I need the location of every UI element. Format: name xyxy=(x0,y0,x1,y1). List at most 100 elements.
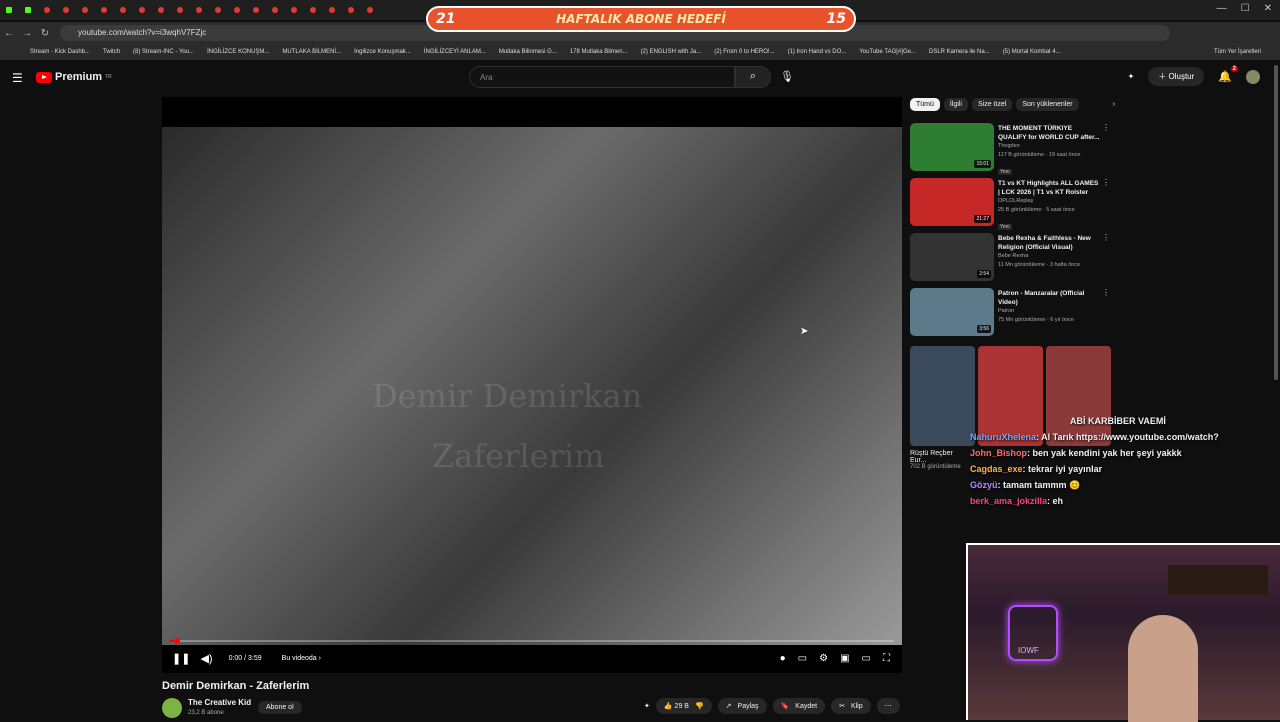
youtube-tab-icon[interactable] xyxy=(101,7,107,13)
page-scrollbar[interactable] xyxy=(1274,65,1278,380)
back-icon[interactable]: ← xyxy=(0,28,18,39)
reload-icon[interactable]: ↻ xyxy=(36,28,54,39)
rec-channel[interactable]: Thogden xyxy=(998,142,1102,151)
youtube-tab-icon[interactable] xyxy=(329,7,335,13)
search-input[interactable]: Ara xyxy=(469,66,735,88)
video-player[interactable]: Demir Demirkan Zaferlerim ❚❚ ◀) 0:00 / 3… xyxy=(162,97,902,673)
rec-channel[interactable]: Patron xyxy=(998,307,1102,316)
miniplayer-icon[interactable]: ▣ xyxy=(840,653,849,664)
bookmark[interactable]: DSLR Kamera ile Na... xyxy=(929,49,990,55)
more-options-icon[interactable]: ⋮ xyxy=(1102,288,1110,297)
share-button[interactable]: ↗ Paylaş xyxy=(717,698,767,714)
youtube-tab-icon[interactable] xyxy=(82,7,88,13)
maximize-icon[interactable]: ☐ xyxy=(1241,3,1250,14)
youtube-tab-icon[interactable] xyxy=(196,7,202,13)
bookmark[interactable]: İNGİLİZCEYİ ANLAM... xyxy=(424,49,486,55)
create-button[interactable]: ＋ Oluştur xyxy=(1148,67,1205,86)
bookmark[interactable]: 178 Mutlaka Bilmen... xyxy=(570,49,628,55)
youtube-tab-icon[interactable] xyxy=(177,7,183,13)
menu-icon[interactable]: ☰ xyxy=(12,71,23,85)
more-options-icon[interactable]: ⋮ xyxy=(1102,178,1110,187)
close-icon[interactable]: ✕ xyxy=(1264,3,1272,14)
rec-channel[interactable]: Bebe Rexha xyxy=(998,252,1102,261)
youtube-tab-icon[interactable] xyxy=(215,7,221,13)
bookmark[interactable]: (8) Stream-INC - You... xyxy=(133,49,194,55)
rec-title[interactable]: THE MOMENT TÜRKIYE QUALIFY for WORLD CUP… xyxy=(998,124,1102,142)
more-options-icon[interactable]: ⋮ xyxy=(1102,123,1110,132)
youtube-tab-icon[interactable] xyxy=(234,7,240,13)
bookmark[interactable]: YouTube TAG[#]Ge... xyxy=(859,49,916,55)
list-item[interactable]: 15:01 THE MOMENT TÜRKIYE QUALIFY for WOR… xyxy=(910,123,1110,178)
list-item[interactable]: 2:54 Bebe Rexha & Faithless - New Religi… xyxy=(910,233,1110,288)
youtube-tab-icon[interactable] xyxy=(310,7,316,13)
notifications-icon[interactable]: 🔔 2 xyxy=(1218,66,1238,83)
all-bookmarks[interactable]: Tüm Yer İşaretleri xyxy=(1214,49,1261,55)
youtube-tab-icon[interactable] xyxy=(253,7,259,13)
bookmark[interactable]: Mutlaka Bilinmesi G... xyxy=(499,49,557,55)
short-thumbnail[interactable] xyxy=(910,346,975,446)
youtube-tab-icon[interactable] xyxy=(272,7,278,13)
bookmark[interactable]: Stream - Kick Dashb... xyxy=(30,49,90,55)
chip-recent[interactable]: Son yüklenenler xyxy=(1016,98,1079,111)
short-title[interactable]: Rüştü Reçber Eur... xyxy=(910,450,966,464)
pause-icon[interactable]: ❚❚ xyxy=(172,652,190,665)
theater-mode-icon[interactable]: ▭ xyxy=(862,653,871,664)
bookmark[interactable]: Twitch xyxy=(103,49,120,55)
minimize-icon[interactable]: — xyxy=(1217,3,1227,14)
chip-for-you[interactable]: Size özel xyxy=(971,98,1013,111)
youtube-tab-icon[interactable] xyxy=(120,7,126,13)
avatar[interactable] xyxy=(1246,69,1260,84)
youtube-tab-icon[interactable] xyxy=(63,7,69,13)
bookmark[interactable]: (1) Iron Hand vs DO... xyxy=(788,49,847,55)
save-button[interactable]: 🔖 Kaydet xyxy=(772,698,826,714)
like-button[interactable]: 👍 29 B xyxy=(664,702,689,710)
progress-bar[interactable] xyxy=(170,638,894,644)
kick-tab-icon[interactable] xyxy=(25,7,31,13)
bookmark[interactable]: (2) From 0 to HERO!... xyxy=(714,49,774,55)
youtube-tab-icon[interactable] xyxy=(291,7,297,13)
video-thumbnail[interactable]: 15:01 xyxy=(910,123,994,171)
channel-avatar[interactable] xyxy=(162,698,182,718)
list-item[interactable]: 21:27 T1 vs KT Highlights ALL GAMES | LC… xyxy=(910,178,1110,233)
ai-sparkle-icon[interactable]: ✦ xyxy=(644,702,650,710)
rec-title[interactable]: Patron - Manzaralar (Official Video) xyxy=(998,289,1102,307)
fullscreen-icon[interactable]: ⛶ xyxy=(883,653,890,664)
settings-icon[interactable]: ⚙ xyxy=(819,653,828,664)
autoplay-toggle[interactable]: ● xyxy=(780,653,786,664)
video-thumbnail[interactable]: 21:27 xyxy=(910,178,994,226)
channel-name[interactable]: The Creative Kid xyxy=(188,698,251,707)
search-button[interactable]: ⌕ xyxy=(735,66,771,88)
more-actions-button[interactable]: ⋯ xyxy=(876,698,900,714)
bookmark[interactable]: (5) Mortal Kombat 4... xyxy=(1003,49,1061,55)
clip-button[interactable]: ✂ Klip xyxy=(831,698,871,714)
rec-channel[interactable]: OPLOLReplay xyxy=(998,197,1102,206)
youtube-tab-icon[interactable] xyxy=(348,7,354,13)
rec-title[interactable]: T1 vs KT Highlights ALL GAMES | LCK 2026… xyxy=(998,179,1102,197)
bookmark[interactable]: İNGİLİZCE KONUŞM... xyxy=(207,49,269,55)
chip-related[interactable]: İlgili xyxy=(943,98,968,111)
more-options-icon[interactable]: ⋮ xyxy=(1102,233,1110,242)
scrubber-handle[interactable] xyxy=(174,638,180,644)
chip-all[interactable]: Tümü xyxy=(910,98,940,111)
bookmark[interactable]: İngilizce Konuşmak... xyxy=(354,49,411,55)
video-thumbnail[interactable]: 2:54 xyxy=(910,233,994,281)
forward-icon[interactable]: → xyxy=(18,28,36,39)
youtube-tab-icon[interactable] xyxy=(139,7,145,13)
youtube-tab-icon[interactable] xyxy=(367,7,373,13)
rec-title[interactable]: Bebe Rexha & Faithless - New Religion (O… xyxy=(998,234,1102,252)
dislike-button[interactable]: 👎 xyxy=(695,702,704,710)
chevron-right-icon[interactable]: › xyxy=(1113,101,1115,108)
list-item[interactable]: 3:56 Patron - Manzaralar (Official Video… xyxy=(910,288,1110,343)
chapter-button[interactable]: Bu videoda › xyxy=(282,655,321,662)
kick-tab-icon[interactable] xyxy=(6,7,12,13)
bookmark[interactable]: MUTLAKA BİLMENİ... xyxy=(282,49,341,55)
microphone-icon[interactable]: 🎙 xyxy=(780,70,794,83)
video-thumbnail[interactable]: 3:56 xyxy=(910,288,994,336)
youtube-tab-icon[interactable] xyxy=(44,7,50,13)
subtitles-icon[interactable]: ▭ xyxy=(798,653,807,664)
volume-icon[interactable]: ◀) xyxy=(200,652,212,665)
youtube-logo[interactable]: Premium TR xyxy=(36,71,112,83)
subscribe-button[interactable]: Abone ol xyxy=(258,701,302,714)
youtube-tab-icon[interactable] xyxy=(158,7,164,13)
bookmark[interactable]: (2) ENGLISH with Ja... xyxy=(641,49,702,55)
